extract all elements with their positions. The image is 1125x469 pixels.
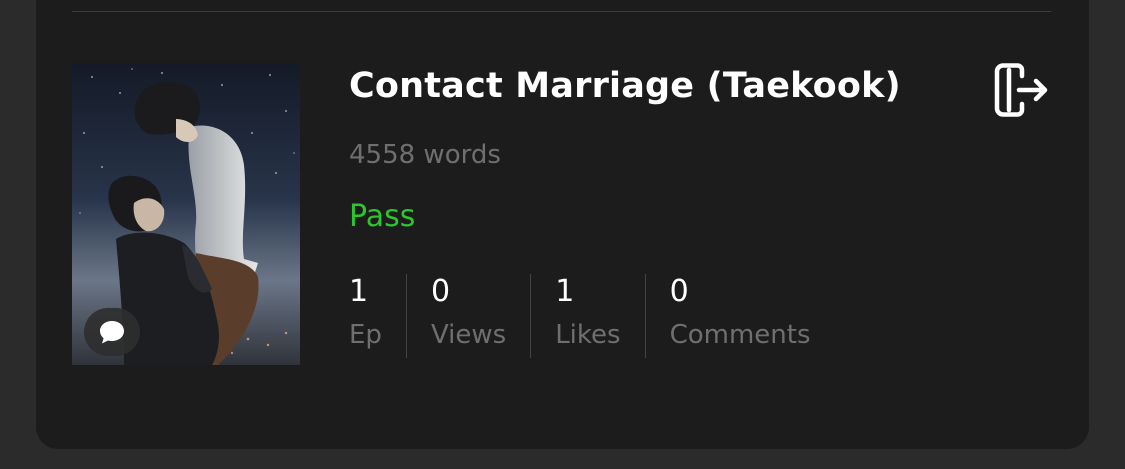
stat-episodes: 1 Ep (349, 274, 406, 358)
comment-icon (100, 321, 124, 344)
status-label: Pass (349, 199, 416, 234)
stat-comments: 0 Comments (644, 274, 835, 358)
comment-badge[interactable] (84, 308, 140, 356)
stat-value: 0 (430, 274, 451, 309)
stat-label: Views (430, 320, 507, 350)
stat-value: 0 (669, 274, 689, 309)
stats-row: 1 Ep 0 Views 1 Likes 0 Comments (349, 274, 835, 360)
stat-value: 1 (349, 274, 369, 309)
stat-label: Likes (555, 320, 621, 350)
story-title[interactable]: Contact Marriage (Taekook) (349, 66, 901, 106)
exit-icon (994, 63, 1048, 117)
word-count: 4558 words (349, 140, 501, 170)
stat-label: Ep (349, 320, 382, 350)
divider (72, 11, 1051, 12)
stat-views: 0 Views (405, 274, 530, 358)
stat-value: 1 (555, 274, 575, 309)
exit-button[interactable] (992, 62, 1050, 118)
stat-label: Comments (669, 320, 811, 350)
stat-likes: 1 Likes (530, 274, 644, 358)
